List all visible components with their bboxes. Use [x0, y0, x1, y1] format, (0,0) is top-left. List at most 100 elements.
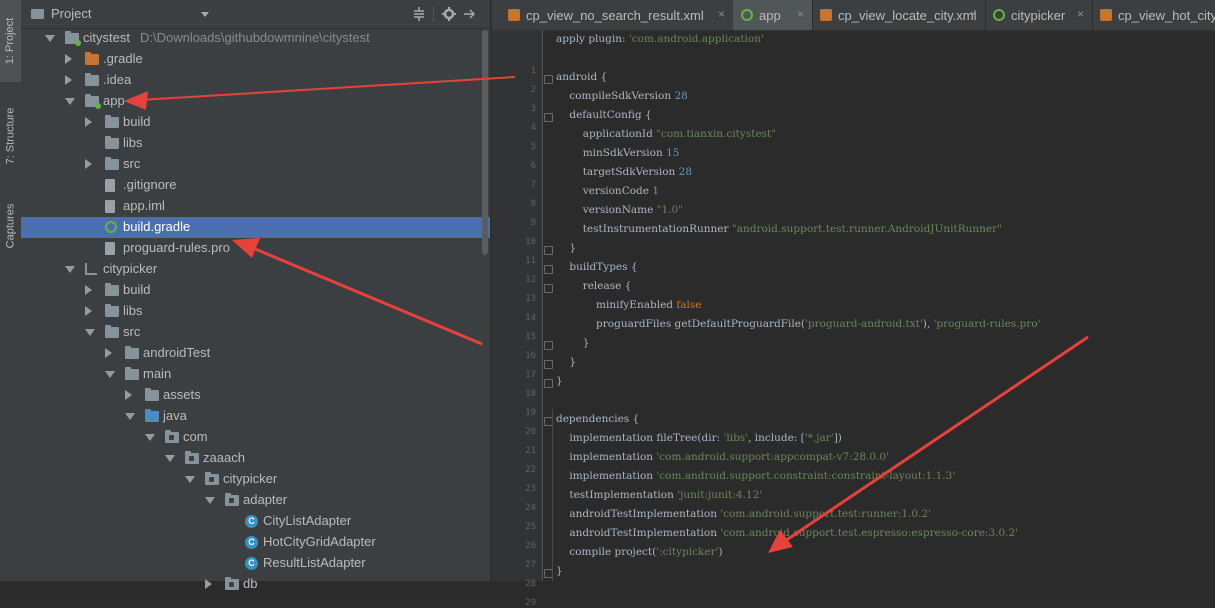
code-line[interactable]: minSdkVersion 15 [556, 147, 680, 159]
tree-item[interactable]: .idea [21, 70, 490, 91]
tree-item[interactable]: libs [21, 133, 490, 154]
project-scrollbar[interactable] [482, 30, 488, 255]
hide-panel-icon[interactable] [461, 6, 477, 22]
tree-item[interactable]: androidTest [21, 343, 490, 364]
collapse-arrow-icon[interactable] [65, 75, 72, 85]
tree-item[interactable]: db [21, 574, 490, 595]
tree-item[interactable]: C ResultListAdapter [21, 553, 490, 574]
collapse-arrow-icon[interactable] [85, 285, 92, 295]
tree-item[interactable]: app [21, 91, 490, 112]
code-line[interactable]: } [556, 375, 563, 387]
collapse-arrow-icon[interactable] [125, 390, 132, 400]
tree-item[interactable]: main [21, 364, 490, 385]
code-line[interactable]: compile project(':citypicker') [556, 546, 722, 558]
collapse-arrow-icon[interactable] [105, 348, 112, 358]
expand-arrow-icon[interactable] [105, 371, 115, 378]
tree-item[interactable]: adapter [21, 490, 490, 511]
expand-arrow-icon[interactable] [65, 266, 75, 273]
tree-item[interactable]: build [21, 280, 490, 301]
code-line[interactable]: targetSdkVersion 28 [556, 166, 692, 178]
tree-item[interactable]: citypicker [21, 259, 490, 280]
code-line[interactable]: implementation 'com.android.support.cons… [556, 470, 955, 482]
collapse-arrow-icon[interactable] [85, 159, 92, 169]
tree-item[interactable]: zaaach [21, 448, 490, 469]
tree-item[interactable]: citystest D:\Downloads\githubdowmnine\cit… [21, 28, 490, 49]
tree-item[interactable]: src [21, 154, 490, 175]
tree-item[interactable]: src [21, 322, 490, 343]
code-line[interactable]: proguardFiles getDefaultProguardFile('pr… [556, 318, 1041, 330]
code-line[interactable]: androidTestImplementation 'com.android.s… [556, 527, 1018, 539]
chevron-down-icon[interactable] [201, 12, 209, 17]
structure-tool-tab[interactable]: 7: Structure [0, 92, 21, 180]
editor-tab[interactable]: citypicker × [985, 0, 1092, 30]
tree-item[interactable]: C HotCityGridAdapter [21, 532, 490, 553]
tree-item-label: adapter [243, 492, 288, 507]
editor-tab[interactable]: cp_view_locate_city.xml × [812, 0, 985, 30]
code-line[interactable]: implementation 'com.android.support:appc… [556, 451, 889, 463]
code-line[interactable]: dependencies { [556, 413, 639, 425]
code-line[interactable]: defaultConfig { [556, 109, 651, 121]
code-line[interactable]: applicationId "com.tianxin.citystest" [556, 128, 776, 140]
code-line[interactable]: } [556, 242, 576, 254]
captures-tool-tab[interactable]: Captures [0, 190, 21, 262]
code-line[interactable]: androidTestImplementation 'com.android.s… [556, 508, 931, 520]
editor-tab[interactable]: app × [733, 0, 812, 30]
code-line[interactable]: buildTypes { [556, 261, 637, 273]
tree-item[interactable]: .gradle [21, 49, 490, 70]
expand-arrow-icon[interactable] [205, 497, 215, 504]
editor-tab[interactable]: cp_view_hot_city. [1092, 0, 1215, 30]
close-icon[interactable]: × [718, 7, 725, 21]
code-line[interactable]: android { [556, 71, 607, 83]
tree-item[interactable]: C CityListAdapter [21, 511, 490, 532]
tree-item[interactable]: .gitignore [21, 175, 490, 196]
project-panel-title[interactable]: Project [51, 6, 91, 21]
collapse-arrow-icon[interactable] [85, 117, 92, 127]
gear-icon[interactable] [441, 6, 457, 22]
fold-marker-icon[interactable] [544, 246, 553, 255]
collapse-arrow-icon[interactable] [85, 306, 92, 316]
tree-item[interactable]: build [21, 112, 490, 133]
fold-marker-icon[interactable] [544, 341, 553, 350]
code-line[interactable]: apply plugin: 'com.android.application' [556, 33, 764, 45]
code-line[interactable]: testImplementation 'junit:junit:4.12' [556, 489, 762, 501]
expand-arrow-icon[interactable] [185, 476, 195, 483]
fold-marker-icon[interactable] [544, 113, 553, 122]
project-path: D:\Downloads\githubdowmnine\citystest [139, 30, 370, 45]
collapse-all-icon[interactable] [411, 6, 427, 22]
fold-marker-icon[interactable] [544, 360, 553, 369]
code-line[interactable]: testInstrumentationRunner "android.suppo… [556, 223, 1002, 235]
code-line[interactable]: versionName "1.0" [556, 204, 683, 216]
expand-arrow-icon[interactable] [65, 98, 75, 105]
expand-arrow-icon[interactable] [45, 35, 55, 42]
code-line[interactable]: compileSdkVersion 28 [556, 90, 688, 102]
expand-arrow-icon[interactable] [165, 455, 175, 462]
tree-item[interactable]: citypicker [21, 469, 490, 490]
project-tool-tab[interactable]: 1: Project [0, 0, 21, 82]
editor-tab[interactable]: cp_view_no_search_result.xml × [500, 0, 733, 30]
tree-item[interactable]: proguard-rules.pro [21, 238, 490, 259]
code-line[interactable]: implementation fileTree(dir: 'libs', inc… [556, 432, 842, 444]
close-icon[interactable]: × [970, 7, 977, 21]
expand-arrow-icon[interactable] [85, 329, 95, 336]
code-line[interactable]: minifyEnabled false [556, 299, 701, 311]
code-line[interactable]: } [556, 565, 563, 577]
fold-marker-icon[interactable] [544, 265, 553, 274]
fold-marker-icon[interactable] [544, 75, 553, 84]
collapse-arrow-icon[interactable] [65, 54, 72, 64]
close-icon[interactable]: × [797, 7, 804, 21]
close-icon[interactable]: × [1077, 7, 1084, 21]
fold-marker-icon[interactable] [544, 379, 553, 388]
fold-marker-icon[interactable] [544, 284, 553, 293]
tree-item[interactable]: assets [21, 385, 490, 406]
expand-arrow-icon[interactable] [145, 434, 155, 441]
tree-item[interactable]: libs [21, 301, 490, 322]
code-line[interactable]: } [556, 337, 590, 349]
tree-item[interactable]: java [21, 406, 490, 427]
tree-item[interactable]: build.gradle [21, 217, 490, 238]
tree-item[interactable]: com [21, 427, 490, 448]
expand-arrow-icon[interactable] [125, 413, 135, 420]
tree-item[interactable]: app.iml [21, 196, 490, 217]
code-line[interactable]: release { [556, 280, 632, 292]
code-line[interactable]: } [556, 356, 576, 368]
code-line[interactable]: versionCode 1 [556, 185, 659, 197]
